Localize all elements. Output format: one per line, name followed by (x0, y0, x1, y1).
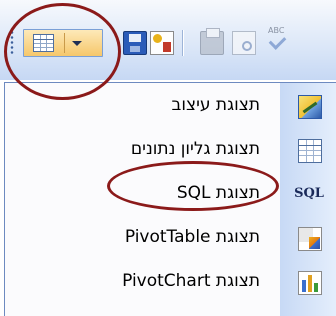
datasheet-view-icon (298, 139, 322, 163)
menu-item-label: תצוגת עיצוב (171, 95, 260, 115)
chart-bar (314, 283, 318, 292)
pivottable-view-icon (298, 227, 322, 251)
chart-bar (302, 280, 306, 292)
spelling-icon[interactable]: ABC (262, 26, 292, 56)
design-view-icon (298, 95, 322, 119)
access-screen: ABC תצוגת עיצוב תצוגת גליון נתונים תצוגת… (0, 0, 336, 316)
menu-item-label: תצוגת גליון נתונים (130, 139, 260, 159)
menu-item-pivottable-view[interactable]: תצוגת PivotTable (5, 217, 336, 261)
file-permission-icon[interactable] (150, 31, 174, 55)
save-icon[interactable] (123, 31, 147, 55)
pivotchart-view-icon (298, 271, 322, 295)
menu-item-label: תצוגת PivotTable (124, 227, 260, 247)
print-icon[interactable] (200, 28, 224, 55)
toolbar-separator (182, 30, 183, 56)
annotation-circle-sql-view (107, 161, 279, 211)
chart-bar (308, 275, 312, 292)
menu-item-label: תצוגת PivotChart (122, 271, 260, 291)
print-preview-icon[interactable] (232, 31, 256, 55)
menu-item-pivotchart-view[interactable]: תצוגת PivotChart (5, 261, 336, 305)
sql-view-icon: SQL (294, 186, 324, 201)
annotation-circle-view-button (4, 3, 121, 100)
